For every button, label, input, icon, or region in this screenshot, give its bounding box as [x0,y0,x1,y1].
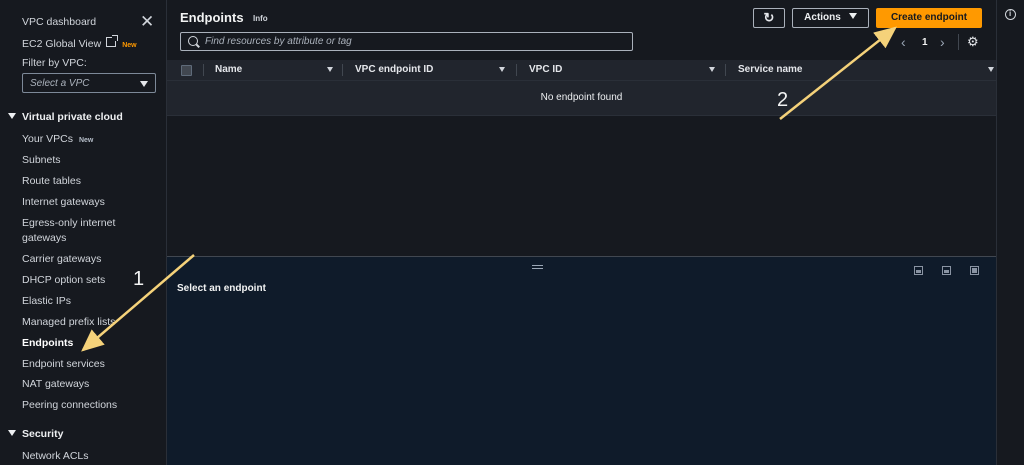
sidebar-item-endpoint-services[interactable]: Endpoint services [22,358,105,370]
column-divider [203,64,204,76]
column-header-service-name[interactable]: Service name [738,64,803,75]
sidebar-item-dhcp-option-sets[interactable]: DHCP option sets [22,274,105,286]
close-icon[interactable]: ✕ [140,13,154,30]
page-number[interactable]: 1 [922,37,928,48]
sidebar-item-label: EC2 Global View [22,38,102,50]
chevron-down-icon [848,13,857,19]
sidebar-item-elastic-ips[interactable]: Elastic IPs [22,295,71,307]
resize-handle-icon[interactable] [532,265,543,269]
table-header: Name VPC endpoint ID VPC ID Service name [167,60,996,81]
sidebar-item-egress-only-internet-gateways[interactable]: Egress-only internet [22,217,115,229]
sidebar-item-your-vpcs[interactable]: Your VPCs New [22,133,93,145]
actions-label: Actions [804,12,841,23]
sidebar-item-carrier-gateways[interactable]: Carrier gateways [22,253,101,265]
vpc-filter-placeholder: Select a VPC [30,78,90,89]
sidebar-item-ec2-global-view[interactable]: EC2 Global View New [22,35,137,50]
chevron-left-icon[interactable]: ‹ [901,35,906,49]
sort-icon[interactable] [327,67,333,72]
sidebar-item-label: Your VPCs [22,133,73,145]
main-content: Endpoints Info ↻ Actions Create endpoint… [167,0,996,465]
split-divider[interactable] [167,256,996,257]
column-divider [342,64,343,76]
select-all-checkbox[interactable] [181,65,192,76]
section-virtual-private-cloud[interactable]: Virtual private cloud [8,111,123,123]
annotation-step-2: 2 [777,89,789,111]
create-endpoint-button[interactable]: Create endpoint [876,8,982,28]
caret-down-icon [8,113,16,119]
sidebar-item-subnets[interactable]: Subnets [22,154,61,166]
endpoints-table-panel: Endpoints Info ↻ Actions Create endpoint… [167,0,996,256]
empty-state-text: No endpoint found [540,92,623,103]
sidebar-item-vpc-dashboard[interactable]: VPC dashboard [22,16,96,28]
section-label: Virtual private cloud [22,111,123,123]
divider [958,34,959,50]
refresh-button[interactable]: ↻ [753,8,785,28]
sort-icon[interactable] [988,67,994,72]
page-title: Endpoints [180,10,244,25]
info-link[interactable]: Info [253,14,268,23]
split-bottom-icon[interactable] [914,266,923,275]
sidebar-item-internet-gateways[interactable]: Internet gateways [22,196,105,208]
chevron-down-icon [140,81,148,87]
chevron-right-icon[interactable]: › [940,35,945,49]
table-empty-row: No endpoint found [167,81,996,116]
sidebar-item-egress-only-internet-gateways-line2[interactable]: gateways [22,232,66,244]
sidebar-item-route-tables[interactable]: Route tables [22,175,81,187]
column-header-name[interactable]: Name [215,64,242,75]
right-rail [996,0,1024,465]
sort-icon[interactable] [499,67,505,72]
detail-panel-title: Select an endpoint [177,283,266,294]
sidebar-item-endpoints[interactable]: Endpoints [22,337,73,349]
actions-button[interactable]: Actions [792,8,869,28]
column-header-vpc-endpoint-id[interactable]: VPC endpoint ID [355,64,433,75]
info-icon[interactable] [1005,9,1016,20]
caret-down-icon [8,430,16,436]
sort-icon[interactable] [709,67,715,72]
gear-icon[interactable]: ⚙ [967,35,979,48]
annotation-step-1: 1 [133,268,145,290]
sidebar: VPC dashboard ✕ EC2 Global View New Filte… [0,0,167,465]
new-badge: New [78,137,94,144]
refresh-icon: ↻ [763,10,775,25]
search-placeholder: Find resources by attribute or tag [205,36,352,47]
sidebar-item-peering-connections[interactable]: Peering connections [22,399,117,411]
filter-label: Filter by VPC: [22,57,87,69]
sidebar-item-nat-gateways[interactable]: NAT gateways [22,378,89,390]
column-divider [516,64,517,76]
search-input[interactable]: Find resources by attribute or tag [180,32,633,51]
column-header-vpc-id[interactable]: VPC ID [529,64,562,75]
new-badge: New [122,42,137,49]
split-full-icon[interactable] [970,266,979,275]
vpc-filter-select[interactable]: Select a VPC [22,73,156,93]
external-link-icon [106,35,119,47]
section-label: Security [22,428,64,440]
sidebar-item-network-acls[interactable]: Network ACLs [22,450,89,462]
column-divider [725,64,726,76]
sidebar-item-managed-prefix-lists[interactable]: Managed prefix lists [22,316,115,328]
split-side-icon[interactable] [942,266,951,275]
search-icon [188,36,198,46]
section-security[interactable]: Security [8,428,63,440]
